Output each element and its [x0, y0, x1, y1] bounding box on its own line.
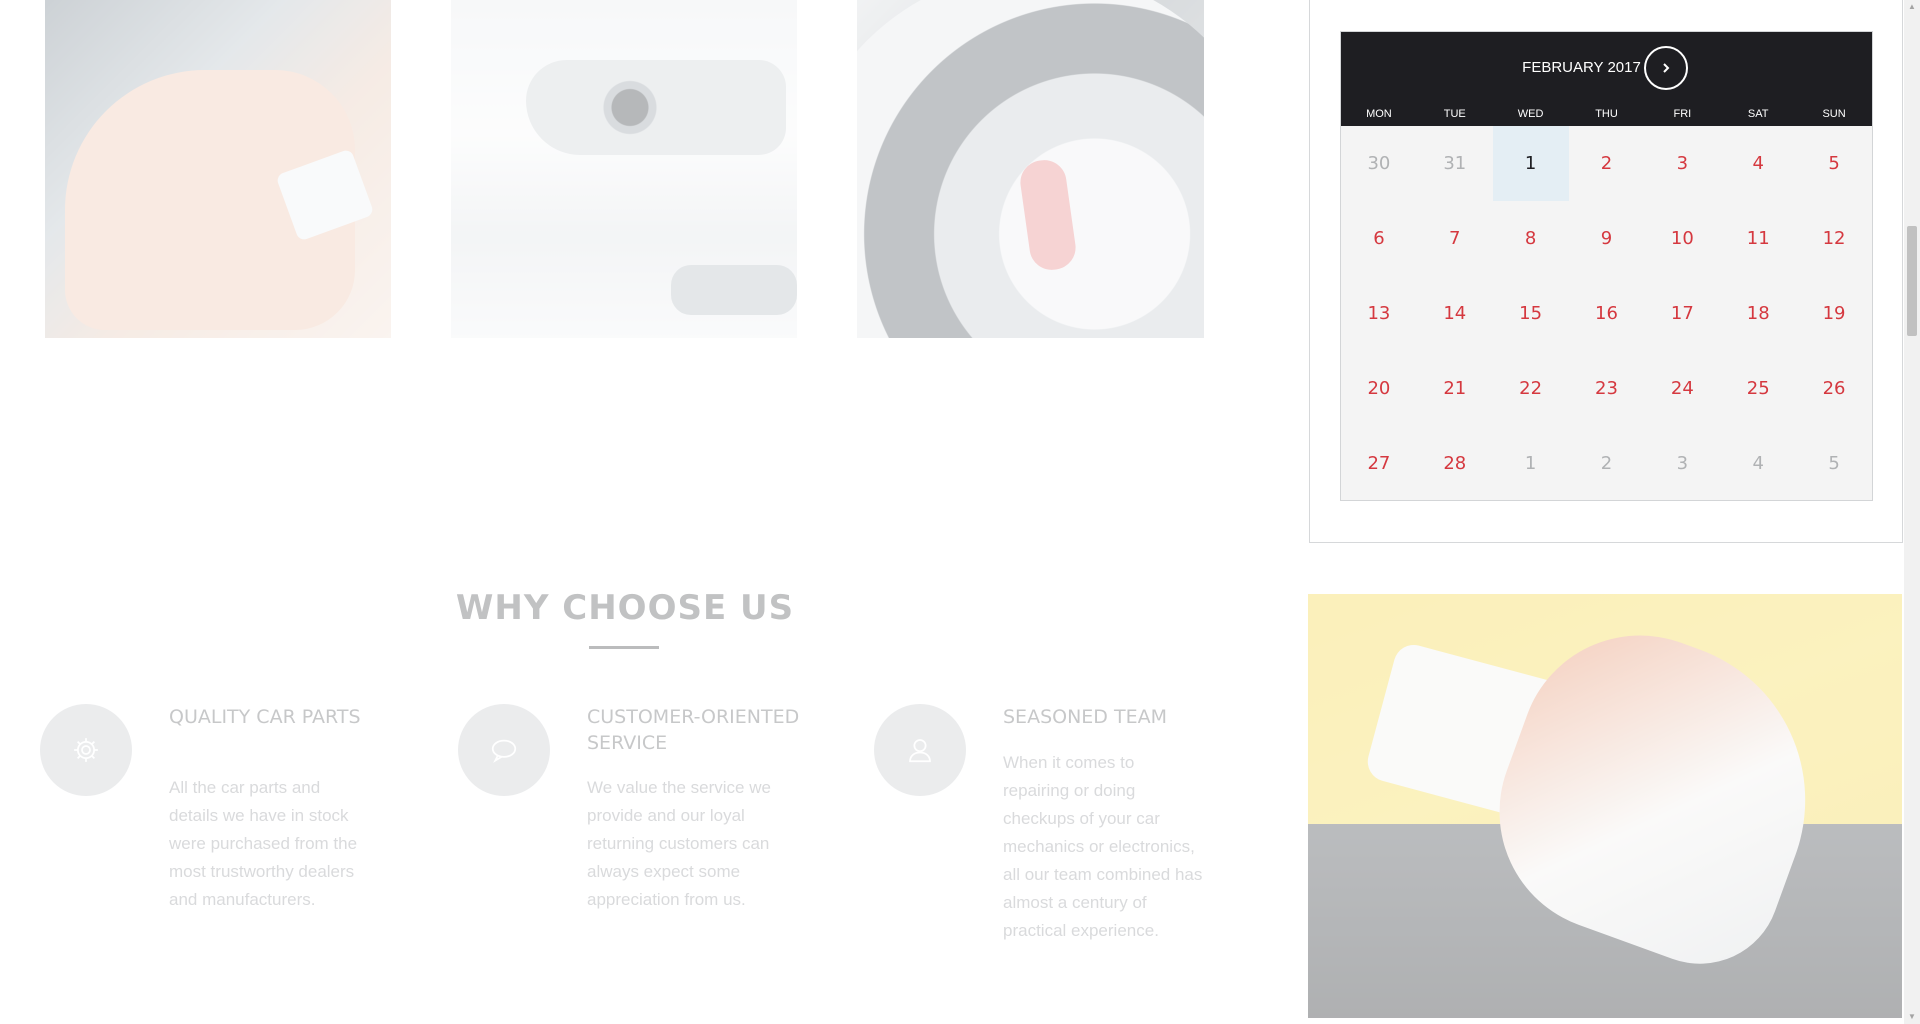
- title-underline: [589, 646, 659, 649]
- feature-customer-oriented-service: CUSTOMER-ORIENTED SERVICE We value the s…: [458, 704, 858, 984]
- calendar-day[interactable]: 22: [1493, 351, 1569, 426]
- feature-title: CUSTOMER-ORIENTED SERVICE: [587, 706, 800, 754]
- weekday-label: TUE: [1443, 108, 1466, 120]
- calendar-day[interactable]: 18: [1720, 276, 1796, 351]
- calendar-day[interactable]: 17: [1644, 276, 1720, 351]
- scroll-down-arrow-icon[interactable]: ▼: [1904, 1010, 1920, 1024]
- section-title: WHY CHOOSE US: [455, 588, 795, 628]
- weekday-label: SAT: [1747, 108, 1769, 120]
- calendar-day[interactable]: 13: [1341, 276, 1417, 351]
- feature-text: All the car parts and details we have in…: [169, 778, 358, 909]
- calendar-day[interactable]: 3: [1644, 126, 1720, 201]
- page-scrollbar[interactable]: ▲ ▼: [1904, 0, 1920, 1024]
- calendar-day[interactable]: 2: [1569, 426, 1645, 501]
- calendar-day[interactable]: 5: [1796, 426, 1872, 501]
- calendar-day-today[interactable]: 1: [1492, 126, 1569, 201]
- gallery-image-wheel[interactable]: [857, 0, 1204, 338]
- calendar-day[interactable]: 24: [1644, 351, 1720, 426]
- weekday-label: WED: [1517, 108, 1544, 120]
- calendar-day[interactable]: 5: [1796, 126, 1872, 201]
- calendar-day[interactable]: 4: [1720, 426, 1796, 501]
- calendar-day[interactable]: 4: [1720, 126, 1796, 201]
- calendar-day[interactable]: 16: [1569, 276, 1645, 351]
- calendar-day[interactable]: 23: [1569, 351, 1645, 426]
- calendar-day[interactable]: 30: [1341, 126, 1417, 201]
- calendar-month-label: FEBRUARY 2017: [1522, 59, 1641, 76]
- weekday-label: THU: [1595, 108, 1618, 120]
- calendar-day-grid: 30 31 1 2 3 4 5 6 7 8 9 10 11 12 13 14 15 16 17 18 19 20 21 22 2…: [1341, 126, 1872, 501]
- calendar-day[interactable]: 19: [1796, 276, 1872, 351]
- calendar-weekday-row: MON TUE WED THU FRI SAT SUN: [1341, 108, 1872, 120]
- user-icon: [874, 704, 966, 796]
- feature-seasoned-team: SEASONED TEAM When it comes to repairing…: [874, 704, 1274, 984]
- calendar-day[interactable]: 7: [1417, 201, 1493, 276]
- calendar-day[interactable]: 1: [1493, 426, 1569, 501]
- feature-quality-car-parts: QUALITY CAR PARTS All the car parts and …: [40, 704, 440, 984]
- feature-text: We value the service we provide and our …: [587, 778, 771, 909]
- weekday-label: MON: [1366, 108, 1392, 120]
- calendar: FEBRUARY 2017 MON TUE WED THU FRI SAT SU…: [1340, 31, 1873, 501]
- calendar-day[interactable]: 15: [1493, 276, 1569, 351]
- weekday-label: FRI: [1673, 108, 1692, 120]
- calendar-day[interactable]: 20: [1341, 351, 1417, 426]
- calendar-header: FEBRUARY 2017 MON TUE WED THU FRI SAT SU…: [1341, 32, 1872, 126]
- calendar-day[interactable]: 6: [1341, 201, 1417, 276]
- calendar-day[interactable]: 10: [1644, 201, 1720, 276]
- calendar-day[interactable]: 14: [1417, 276, 1493, 351]
- calendar-day[interactable]: 2: [1569, 126, 1645, 201]
- calendar-day[interactable]: 21: [1417, 351, 1493, 426]
- calendar-day[interactable]: 8: [1493, 201, 1569, 276]
- calendar-day[interactable]: 9: [1569, 201, 1645, 276]
- calendar-day[interactable]: 3: [1644, 426, 1720, 501]
- calendar-day[interactable]: 12: [1796, 201, 1872, 276]
- calendar-day[interactable]: 27: [1341, 426, 1417, 501]
- calendar-day[interactable]: 25: [1720, 351, 1796, 426]
- calendar-day[interactable]: 26: [1796, 351, 1872, 426]
- gallery-image-mechanic-hand[interactable]: [45, 0, 391, 338]
- calendar-widget-panel: FEBRUARY 2017 MON TUE WED THU FRI SAT SU…: [1309, 0, 1903, 543]
- scroll-up-arrow-icon[interactable]: ▲: [1904, 0, 1920, 14]
- gear-icon: [40, 704, 132, 796]
- gallery-image-headlight[interactable]: [451, 0, 797, 338]
- calendar-day[interactable]: 28: [1417, 426, 1493, 501]
- feature-title: SEASONED TEAM: [1003, 706, 1167, 728]
- chevron-right-icon[interactable]: [1644, 46, 1688, 90]
- feature-text: When it comes to repairing or doing chec…: [1003, 753, 1203, 940]
- calendar-day[interactable]: 11: [1720, 201, 1796, 276]
- weekday-label: SUN: [1822, 108, 1846, 120]
- side-image-engine-work[interactable]: [1308, 594, 1902, 1018]
- scrollbar-thumb[interactable]: [1907, 226, 1917, 336]
- feature-title: QUALITY CAR PARTS: [169, 706, 361, 728]
- calendar-day[interactable]: 31: [1417, 126, 1493, 201]
- chat-bubble-icon: [458, 704, 550, 796]
